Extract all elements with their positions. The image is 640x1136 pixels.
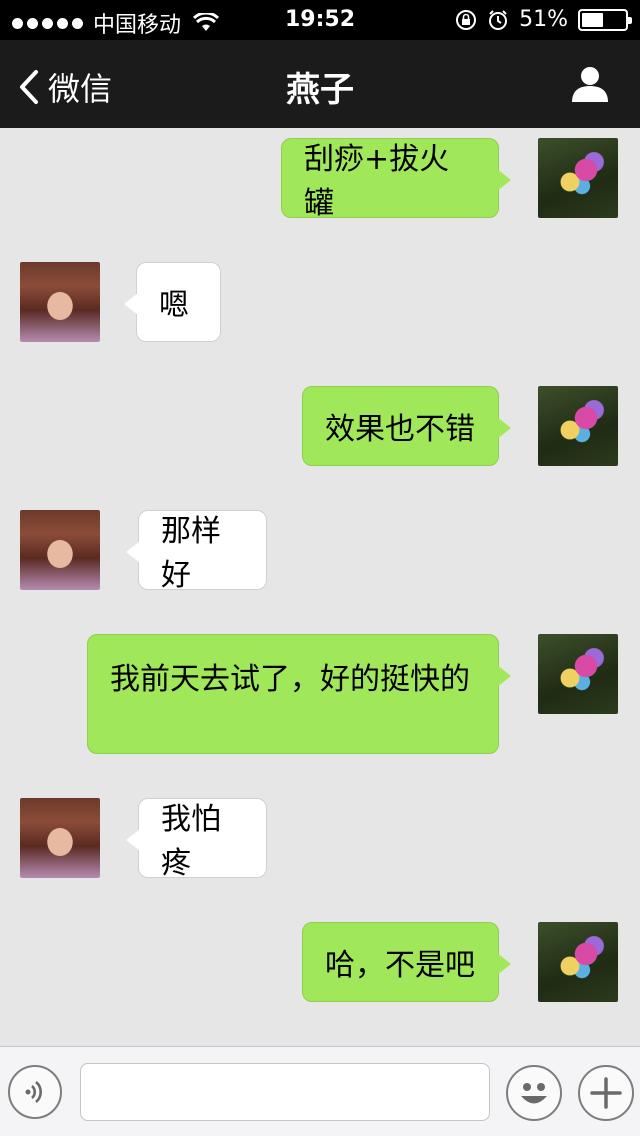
chat-area[interactable]: 刮痧+拔火罐 嗯 效果也不错 那样好 我前天去试了，好的挺快的 我怕疼 哈，不是… <box>0 128 640 1046</box>
friend-avatar[interactable] <box>20 798 100 878</box>
my-avatar[interactable] <box>538 138 618 218</box>
incoming-bubble[interactable]: 嗯 <box>124 262 221 342</box>
battery-percent: 51% <box>519 7 568 32</box>
outgoing-bubble[interactable]: 哈，不是吧 <box>302 922 511 1002</box>
outgoing-bubble[interactable]: 我前天去试了，好的挺快的 <box>87 634 511 754</box>
incoming-bubble[interactable]: 我怕疼 <box>126 798 267 881</box>
plus-icon <box>590 1077 622 1109</box>
plus-button[interactable] <box>578 1065 634 1121</box>
friend-avatar[interactable] <box>20 262 100 342</box>
my-avatar[interactable] <box>538 922 618 1002</box>
profile-icon[interactable] <box>570 64 610 104</box>
input-bar <box>0 1046 640 1136</box>
message-input[interactable] <box>80 1063 490 1121</box>
voice-icon <box>25 1081 42 1103</box>
friend-avatar[interactable] <box>20 510 100 590</box>
alarm-icon <box>489 9 508 30</box>
rotation-lock-icon <box>456 9 477 30</box>
my-avatar[interactable] <box>538 634 618 714</box>
battery-icon <box>578 8 632 31</box>
incoming-bubble[interactable]: 那样好 <box>126 510 267 593</box>
status-right: 51% <box>455 7 632 32</box>
nav-bar: 微信 燕子 <box>0 40 640 128</box>
emoji-icon <box>521 1083 547 1104</box>
emoji-button[interactable] <box>506 1065 562 1121</box>
status-bar: 中国移动 19:52 51% <box>0 0 640 40</box>
voice-button[interactable] <box>8 1065 62 1119</box>
outgoing-bubble[interactable]: 刮痧+拔火罐 <box>281 138 511 221</box>
battery-fill <box>582 12 604 27</box>
outgoing-bubble[interactable]: 效果也不错 <box>302 386 511 466</box>
chat-title: 燕子 <box>286 70 354 110</box>
my-avatar[interactable] <box>538 386 618 466</box>
